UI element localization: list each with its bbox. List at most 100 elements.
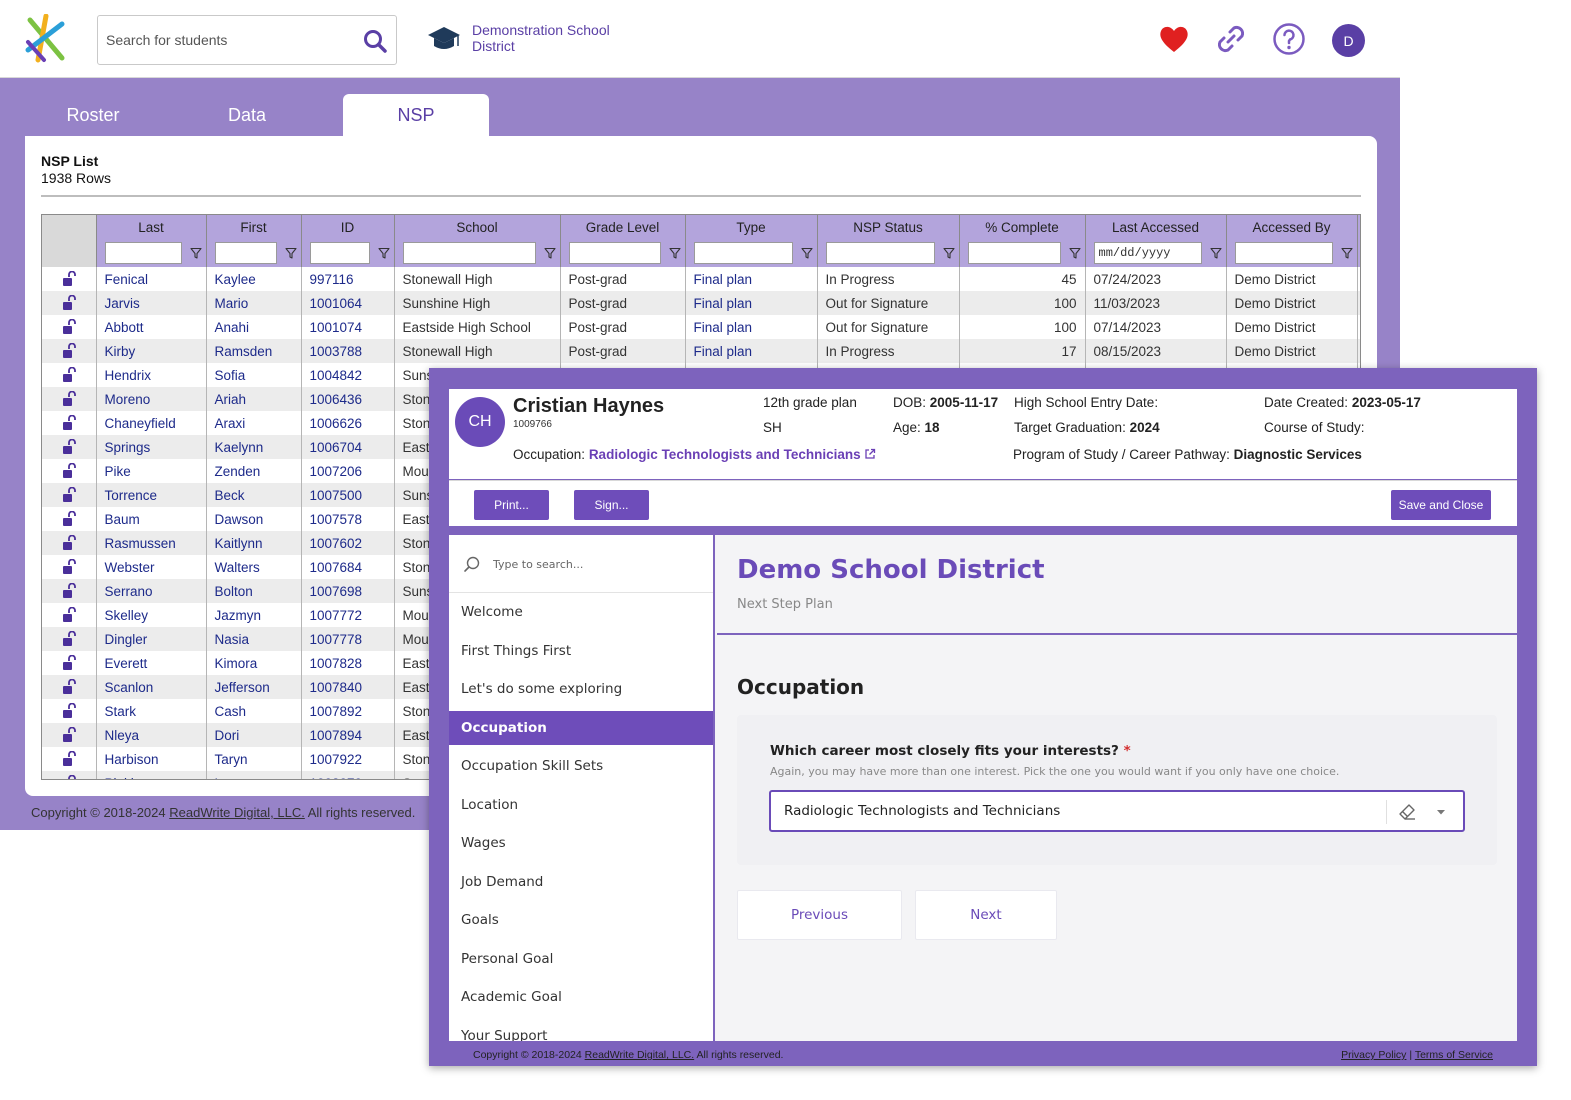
unlock-icon[interactable] [62, 655, 76, 671]
column-header-accessed-by[interactable]: Accessed By [1226, 215, 1358, 239]
district-name[interactable]: Demonstration School District [472, 22, 632, 54]
cell-id[interactable]: 1007602 [301, 531, 395, 555]
cell-first[interactable]: Jazmyn [206, 603, 302, 627]
company-link[interactable]: ReadWrite Digital, LLC. [585, 1049, 695, 1061]
section-nav-item-location[interactable]: Location [449, 788, 713, 822]
print-button[interactable]: Print... [474, 490, 549, 520]
unlock-icon[interactable] [62, 319, 76, 335]
column-header-type[interactable]: Type [685, 215, 818, 239]
cell-first[interactable]: Kaelynn [206, 435, 302, 459]
column-header-school[interactable]: School [394, 215, 561, 239]
search-icon[interactable] [362, 28, 388, 54]
cell-id[interactable]: 1008070 [301, 771, 395, 779]
section-nav-item-goals[interactable]: Goals [449, 903, 713, 937]
cell-first[interactable]: Walters [206, 555, 302, 579]
column-header-last[interactable]: Last [96, 215, 207, 239]
cell-lock[interactable] [42, 723, 97, 747]
cell-first[interactable]: Dawson [206, 507, 302, 531]
cell-first[interactable]: Kimora [206, 651, 302, 675]
unlock-icon[interactable] [62, 391, 76, 407]
unlock-icon[interactable] [62, 703, 76, 719]
cell-last[interactable]: Harbison [96, 747, 207, 771]
cell-lock[interactable] [42, 555, 97, 579]
cell-lock[interactable] [42, 675, 97, 699]
cell-id[interactable]: 1007578 [301, 507, 395, 531]
cell-last[interactable]: Webster [96, 555, 207, 579]
cell-first[interactable]: Sofia [206, 363, 302, 387]
table-row[interactable]: Abbott Anahi 1001074 Eastside High School Po… [42, 315, 1360, 339]
column-header-percent-complete[interactable]: % Complete [959, 215, 1086, 239]
cell-id[interactable]: 1006704 [301, 435, 395, 459]
cell-id[interactable]: 1006626 [301, 411, 395, 435]
cell-first[interactable]: Cash [206, 699, 302, 723]
link-icon[interactable] [1214, 22, 1248, 56]
table-row[interactable]: Jarvis Mario 1001064 Sunshine High Post-grad… [42, 291, 1360, 315]
cell-last[interactable]: Scanlon [96, 675, 207, 699]
student-search[interactable] [97, 15, 397, 65]
cell-last[interactable]: Nleya [96, 723, 207, 747]
unlock-icon[interactable] [62, 775, 76, 780]
cell-id[interactable]: 1004842 [301, 363, 395, 387]
cell-first[interactable]: Dori [206, 723, 302, 747]
cell-last[interactable]: Kirby [96, 339, 207, 363]
student-search-input[interactable] [106, 28, 356, 52]
filter-icon[interactable] [668, 247, 681, 259]
cell-id[interactable]: 1007500 [301, 483, 395, 507]
unlock-icon[interactable] [62, 751, 76, 767]
cell-id[interactable]: 1007922 [301, 747, 395, 771]
career-select[interactable]: Radiologic Technologists and Technicians [769, 790, 1465, 832]
section-nav-item-your-support[interactable]: Your Support [449, 1019, 713, 1042]
cell-lock[interactable] [42, 459, 97, 483]
cell-id[interactable]: 1003788 [301, 339, 395, 363]
cell-lock[interactable] [42, 507, 97, 531]
unlock-icon[interactable] [62, 679, 76, 695]
cell-last[interactable]: Stark [96, 699, 207, 723]
section-nav-item-occupation-skill-sets[interactable]: Occupation Skill Sets [449, 749, 713, 783]
unlock-icon[interactable] [62, 583, 76, 599]
company-link[interactable]: ReadWrite Digital, LLC. [169, 805, 305, 820]
filter-icon[interactable] [1209, 247, 1222, 259]
unlock-icon[interactable] [62, 727, 76, 743]
filter-input-percent-complete[interactable] [967, 242, 1061, 264]
section-nav-item-academic-goal[interactable]: Academic Goal [449, 980, 713, 1014]
filter-icon[interactable] [543, 247, 556, 259]
sign-button[interactable]: Sign... [574, 490, 649, 520]
filter-input-id[interactable] [309, 242, 370, 264]
cell-id[interactable]: 1007698 [301, 579, 395, 603]
cell-id[interactable]: 1007840 [301, 675, 395, 699]
cell-id[interactable]: 1001074 [301, 315, 395, 339]
next-button[interactable]: Next [915, 890, 1057, 940]
column-header-last-accessed[interactable]: Last Accessed [1085, 215, 1227, 239]
unlock-icon[interactable] [62, 511, 76, 527]
unlock-icon[interactable] [62, 487, 76, 503]
cell-lock[interactable] [42, 363, 97, 387]
cell-id[interactable]: 1006436 [301, 387, 395, 411]
filter-input-grade-level[interactable] [568, 242, 661, 264]
unlock-icon[interactable] [62, 607, 76, 623]
cell-id[interactable]: 1007892 [301, 699, 395, 723]
cell-last[interactable]: Moreno [96, 387, 207, 411]
cell-last[interactable]: Pike [96, 459, 207, 483]
cell-last[interactable]: Rasmussen [96, 531, 207, 555]
section-nav-item-job-demand[interactable]: Job Demand [449, 865, 713, 899]
unlock-icon[interactable] [62, 295, 76, 311]
occupation-link[interactable]: Radiologic Technologists and Technicians [589, 447, 861, 462]
cell-lock[interactable] [42, 531, 97, 555]
filter-icon[interactable] [800, 247, 813, 259]
cell-last[interactable]: Chaneyfield [96, 411, 207, 435]
previous-button[interactable]: Previous [737, 890, 902, 940]
user-avatar[interactable]: D [1332, 24, 1365, 57]
unlock-icon[interactable] [62, 439, 76, 455]
privacy-policy-link[interactable]: Privacy Policy [1341, 1049, 1406, 1061]
cell-type[interactable]: Final plan [685, 339, 818, 363]
table-row[interactable]: Fenical Kaylee 997116 Stonewall High Post-gr… [42, 267, 1360, 291]
terms-of-service-link[interactable]: Terms of Service [1415, 1049, 1493, 1061]
section-search-input[interactable] [493, 555, 693, 573]
column-header-first[interactable]: First [206, 215, 302, 239]
external-link-icon[interactable] [864, 448, 876, 460]
cell-last[interactable]: Pinkham [96, 771, 207, 779]
section-nav-item-occupation[interactable]: Occupation [449, 710, 713, 745]
filter-input-last-accessed[interactable]: mm/dd/yyyy [1093, 242, 1202, 264]
unlock-icon[interactable] [62, 343, 76, 359]
cell-lock[interactable] [42, 339, 97, 363]
